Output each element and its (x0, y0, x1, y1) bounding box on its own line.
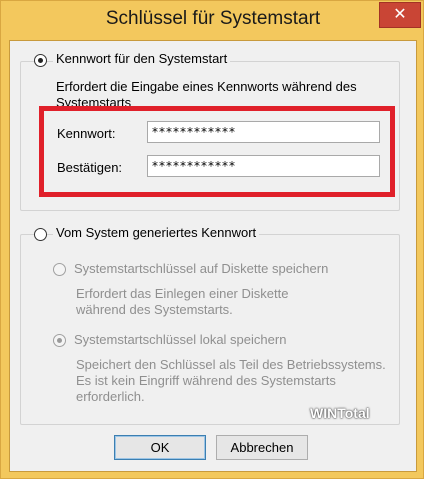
window-title: Schlüssel für Systemstart (105, 8, 321, 29)
cancel-button[interactable]: Abbrechen (216, 435, 308, 460)
watermark-logo: WINTotal (310, 405, 370, 421)
ok-button[interactable]: OK (114, 435, 206, 460)
password-option-label[interactable]: Kennwort für den Systemstart (53, 51, 231, 66)
local-option-description: Speichert den Schlüssel als Teil des Bet… (76, 357, 386, 404)
local-option-radio[interactable] (53, 334, 66, 347)
highlight-box (39, 106, 395, 197)
close-icon: ✕ (393, 6, 407, 23)
password-option-radio[interactable] (34, 54, 47, 67)
generated-option-label[interactable]: Vom System generiertes Kennwort (53, 225, 260, 240)
generated-option-radio[interactable] (34, 228, 47, 241)
floppy-option-radio[interactable] (53, 263, 66, 276)
floppy-option-label[interactable]: Systemstartschlüssel auf Diskette speich… (74, 261, 328, 276)
floppy-option-description: Erfordert das Einlegen einer Diskette wä… (76, 286, 289, 317)
local-option-label[interactable]: Systemstartschlüssel lokal speichern (74, 332, 286, 347)
title-bar[interactable]: Schlüssel für Systemstart ✕ (1, 1, 424, 39)
close-button[interactable]: ✕ (379, 2, 421, 28)
